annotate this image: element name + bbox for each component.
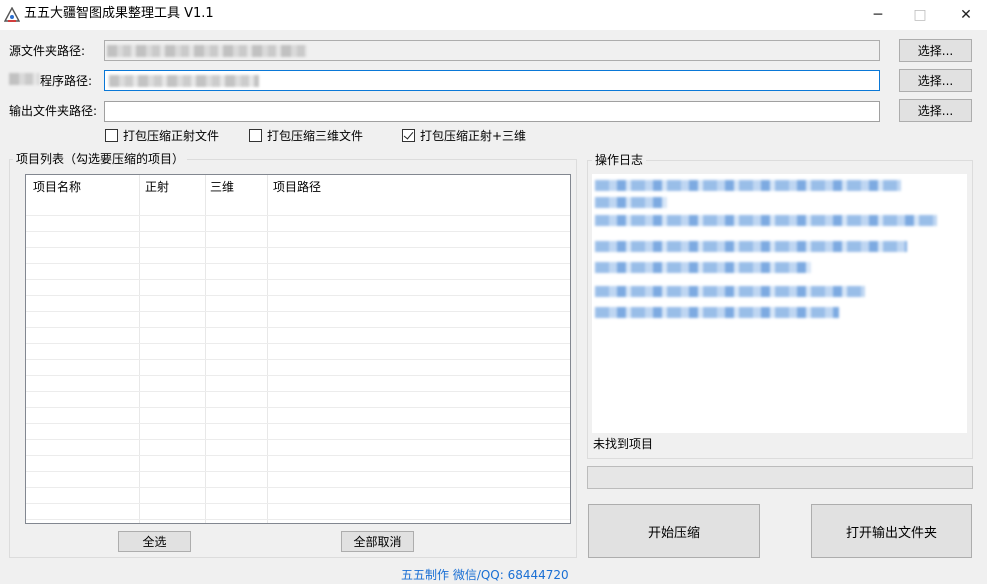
title-bar: 五五大疆智图成果整理工具 V1.1 ─ □ ✕ xyxy=(0,0,987,30)
pack-both-label: 打包压缩正射+三维 xyxy=(420,129,527,143)
checkbox-icon xyxy=(105,129,118,142)
browse-output-button[interactable]: 选择... xyxy=(899,99,972,122)
grid-line xyxy=(26,407,570,408)
progress-bar xyxy=(587,466,973,489)
select-all-button[interactable]: 全选 xyxy=(118,531,191,552)
program-path-input[interactable] xyxy=(104,70,880,91)
browse-source-button[interactable]: 选择... xyxy=(899,39,972,62)
start-compress-button[interactable]: 开始压缩 xyxy=(588,504,760,558)
grid-line xyxy=(26,327,570,328)
pack-3d-checkbox[interactable]: 打包压缩三维文件 xyxy=(249,127,363,144)
pack-3d-label: 打包压缩三维文件 xyxy=(267,129,364,143)
redacted-log-line xyxy=(595,286,865,297)
grid-line xyxy=(26,311,570,312)
grid-line xyxy=(26,519,570,520)
redacted-log-line xyxy=(595,180,901,191)
grid-line xyxy=(26,231,570,232)
grid-line xyxy=(26,375,570,376)
redacted-program-path xyxy=(109,75,259,87)
redacted-label-prefix xyxy=(9,72,39,86)
column-project-path[interactable]: 项目路径 xyxy=(273,179,321,195)
pack-ortho-label: 打包压缩正射文件 xyxy=(123,129,220,143)
redacted-log-line xyxy=(595,215,937,226)
output-folder-input[interactable] xyxy=(104,101,880,122)
pack-ortho-checkbox[interactable]: 打包压缩正射文件 xyxy=(105,127,219,144)
output-folder-label: 输出文件夹路径: xyxy=(9,104,98,118)
minimize-button[interactable]: ─ xyxy=(855,0,901,30)
grid-line xyxy=(26,295,570,296)
column-project-name[interactable]: 项目名称 xyxy=(33,179,81,195)
checkbox-icon xyxy=(249,129,262,142)
checkbox-checked-icon xyxy=(402,129,415,142)
column-3d[interactable]: 三维 xyxy=(210,179,234,195)
redacted-log-line xyxy=(595,241,907,252)
open-output-folder-button[interactable]: 打开输出文件夹 xyxy=(811,504,972,558)
redacted-log-line xyxy=(595,262,811,273)
pack-both-checkbox[interactable]: 打包压缩正射+三维 xyxy=(402,127,526,144)
grid-line xyxy=(26,215,570,216)
redacted-source-path xyxy=(107,45,307,57)
grid-line xyxy=(26,247,570,248)
project-list-title: 项目列表（勾选要压缩的项目） xyxy=(13,151,188,167)
author-contact: 五五制作 微信/QQ: 68444720 xyxy=(401,568,569,582)
window-title: 五五大疆智图成果整理工具 V1.1 xyxy=(24,6,214,21)
grid-line xyxy=(26,455,570,456)
log-text-area[interactable] xyxy=(592,174,967,433)
grid-line xyxy=(26,391,570,392)
redacted-log-line xyxy=(595,307,839,318)
deselect-all-button[interactable]: 全部取消 xyxy=(341,531,414,552)
grid-line xyxy=(26,439,570,440)
list-header: 项目名称 正射 三维 项目路径 xyxy=(26,175,570,199)
grid-line xyxy=(26,359,570,360)
source-folder-label: 源文件夹路径: xyxy=(9,44,86,58)
grid-line xyxy=(26,487,570,488)
log-title: 操作日志 xyxy=(592,152,647,168)
column-ortho[interactable]: 正射 xyxy=(145,179,169,195)
redacted-log-line xyxy=(595,197,667,208)
grid-line xyxy=(26,423,570,424)
grid-line xyxy=(26,279,570,280)
grid-line xyxy=(26,343,570,344)
browse-program-button[interactable]: 选择... xyxy=(899,69,972,92)
program-path-label: 程序路径: xyxy=(40,74,93,88)
grid-line xyxy=(26,263,570,264)
log-status-text: 未找到项目 xyxy=(593,437,654,451)
project-list-view[interactable]: 项目名称 正射 三维 项目路径 xyxy=(25,174,571,524)
app-logo-icon xyxy=(4,7,20,22)
grid-line xyxy=(26,471,570,472)
maximize-button[interactable]: □ xyxy=(897,0,943,30)
grid-line xyxy=(26,503,570,504)
source-folder-input[interactable] xyxy=(104,40,880,61)
close-button[interactable]: ✕ xyxy=(943,0,987,30)
